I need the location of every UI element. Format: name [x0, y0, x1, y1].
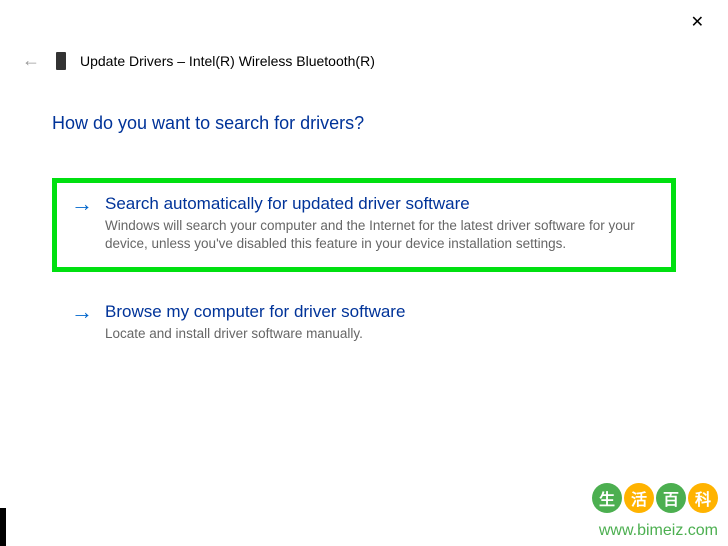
arrow-right-icon: → [71, 301, 93, 323]
watermark: 生 活 百 科 www.bimeiz.com [548, 481, 728, 546]
close-button[interactable]: ✕ [691, 12, 704, 32]
dialog-title: Update Drivers – Intel(R) Wireless Bluet… [80, 53, 375, 69]
device-icon [56, 52, 66, 70]
watermark-url: www.bimeiz.com [599, 522, 718, 540]
option-header: → Browse my computer for driver software [71, 301, 657, 323]
option-search-automatically[interactable]: → Search automatically for updated drive… [52, 178, 676, 272]
prompt-question: How do you want to search for drivers? [52, 113, 676, 134]
dialog-content: How do you want to search for drivers? →… [0, 73, 728, 359]
back-arrow-icon[interactable]: ← [20, 48, 42, 73]
watermark-char: 科 [688, 483, 718, 513]
dialog-header: ← Update Drivers – Intel(R) Wireless Blu… [0, 0, 728, 73]
arrow-right-icon: → [71, 193, 93, 215]
option-title: Search automatically for updated driver … [105, 194, 470, 214]
decorative-block [0, 508, 6, 546]
option-description: Locate and install driver software manua… [105, 325, 657, 343]
watermark-logo: 生 活 百 科 [592, 483, 718, 513]
watermark-char: 活 [624, 483, 654, 513]
option-header: → Search automatically for updated drive… [71, 193, 657, 215]
option-description: Windows will search your computer and th… [105, 217, 657, 253]
option-browse-computer[interactable]: → Browse my computer for driver software… [52, 286, 676, 358]
watermark-char: 百 [656, 483, 686, 513]
option-title: Browse my computer for driver software [105, 302, 405, 322]
watermark-char: 生 [592, 483, 622, 513]
